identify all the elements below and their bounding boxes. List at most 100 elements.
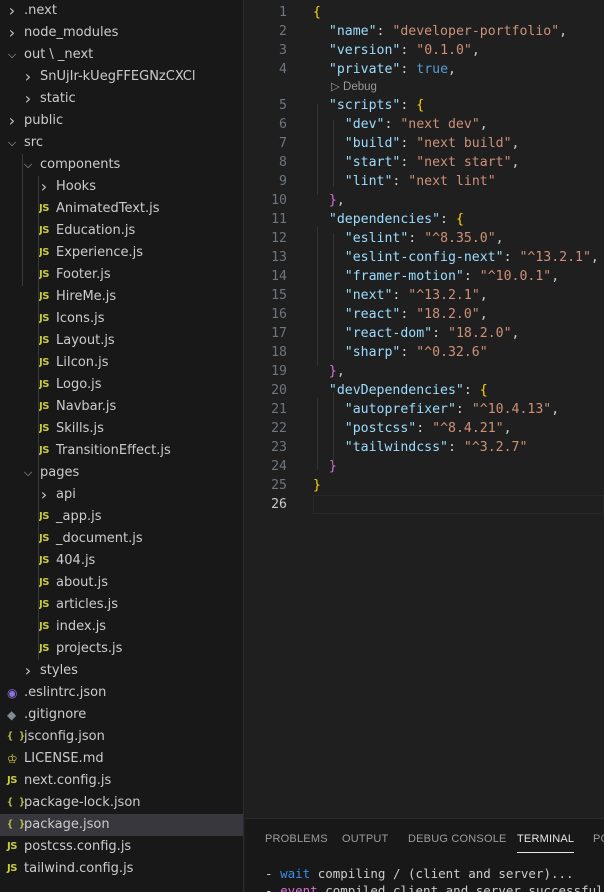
code-line[interactable]: 21 "autoprefixer": "^10.4.13", [245,400,604,419]
explorer-folder[interactable]: › .next [0,0,243,22]
tab-debug-console[interactable]: DEBUG CONSOLE [408,833,507,845]
code-line[interactable]: 15 "next": "^13.2.1", [245,286,604,305]
explorer-file[interactable]: JS AnimatedText.js [0,198,243,220]
explorer-file[interactable]: { } package-lock.json [0,792,243,814]
code-text: "private": true, [328,62,456,77]
chevron-right-icon[interactable]: › [38,484,50,506]
code-line[interactable]: 4 "private": true, [245,60,604,79]
chevron-right-icon[interactable]: › [22,66,34,88]
chevron-right-icon[interactable]: › [6,22,18,44]
explorer-file[interactable]: JS index.js [0,616,243,638]
code-line[interactable]: 11 "dependencies": { [245,210,604,229]
code-line[interactable]: 22 "postcss": "^8.4.21", [245,419,604,438]
explorer-file[interactable]: JS LiIcon.js [0,352,243,374]
explorer-file[interactable]: JS postcss.config.js [0,836,243,858]
chevron-down-icon[interactable]: ⌵ [22,462,34,484]
explorer-file[interactable]: ♔ LICENSE.md [0,748,243,770]
explorer-file[interactable]: JS Layout.js [0,330,243,352]
code-line[interactable]: 20 "devDependencies": { [245,381,604,400]
code-line[interactable]: 14 "framer-motion": "^10.0.1", [245,267,604,286]
explorer-folder[interactable]: ⌵ components [0,154,243,176]
tab-ports[interactable]: PORTS [593,833,604,845]
explorer-file[interactable]: JS _document.js [0,528,243,550]
code-line[interactable]: 8 "start": "next start", [245,153,604,172]
chevron-right-icon[interactable]: › [22,660,34,682]
explorer-file[interactable]: JS Skills.js [0,418,243,440]
code-line[interactable]: 2 "name": "developer-portfolio", [245,22,604,41]
terminal-text: compiled client and server successfully [317,883,604,892]
code-text: "build": "next build", [344,136,520,151]
explorer-file[interactable]: JS _app.js [0,506,243,528]
chevron-down-icon[interactable]: ⌵ [6,44,18,66]
explorer-file[interactable]: JS Navbar.js [0,396,243,418]
code-line[interactable]: 16 "react": "18.2.0", [245,305,604,324]
chevron-right-icon[interactable]: › [6,110,18,132]
code-line[interactable]: 23 "tailwindcss": "^3.2.7" [245,438,604,457]
explorer-folder[interactable]: › api [0,484,243,506]
code-line[interactable]: 3 "version": "0.1.0", [245,41,604,60]
chevron-right-icon[interactable]: › [22,88,34,110]
code-line[interactable]: 17 "react-dom": "18.2.0", [245,324,604,343]
chevron-down-icon[interactable]: ⌵ [22,154,34,176]
chevron-right-icon[interactable]: › [38,176,50,198]
explorer-folder[interactable]: › static [0,88,243,110]
code-line[interactable]: 1{ [245,3,604,22]
debug-codelens[interactable]: ▷ Debug [245,79,604,96]
chevron-down-icon[interactable]: ⌵ [6,132,18,154]
explorer-file[interactable]: JS Icons.js [0,308,243,330]
explorer-file[interactable]: JS about.js [0,572,243,594]
explorer-file[interactable]: JS projects.js [0,638,243,660]
code-line[interactable]: 6 "dev": "next dev", [245,115,604,134]
code-line[interactable]: 18 "sharp": "^0.32.6" [245,343,604,362]
explorer-file[interactable]: ◆ .gitignore [0,704,243,726]
line-number: 2 [279,24,287,39]
terminal-output[interactable]: - wait compiling / (client and server)..… [265,865,604,892]
explorer-file[interactable]: JS 404.js [0,550,243,572]
explorer-folder[interactable]: › Hooks [0,176,243,198]
explorer-file[interactable]: JS TransitionEffect.js [0,440,243,462]
tab-output[interactable]: OUTPUT [342,833,388,845]
explorer-file[interactable]: JS tailwind.config.js [0,858,243,880]
explorer-folder[interactable]: ⌵ src [0,132,243,154]
explorer-folder[interactable]: › node_modules [0,22,243,44]
code-line[interactable]: 25} [245,476,604,495]
javascript-file-icon: JS [39,511,49,522]
explorer-folder[interactable]: › public [0,110,243,132]
code-line[interactable]: 7 "build": "next build", [245,134,604,153]
chevron-right-icon[interactable]: › [6,0,18,22]
explorer-file[interactable]: JS articles.js [0,594,243,616]
explorer-file[interactable]: ◉ .eslintrc.json [0,682,243,704]
code-line[interactable]: 12 "eslint": "^8.35.0", [245,229,604,248]
explorer-file[interactable]: { } jsconfig.json [0,726,243,748]
explorer-folder[interactable]: › SnUjIr-kUegFFEGNzCXCl [0,66,243,88]
tab-terminal[interactable]: TERMINAL [517,833,575,853]
code-area[interactable]: 1{2 "name": "developer-portfolio", 3 "ver… [245,3,604,514]
explorer-file-label: Education.js [56,223,136,238]
explorer-file[interactable]: JS Experience.js [0,242,243,264]
explorer-folder[interactable]: › styles [0,660,243,682]
code-line[interactable]: 13 "eslint-config-next": "^13.2.1", [245,248,604,267]
line-number: 10 [271,193,287,208]
explorer-file[interactable]: JS Footer.js [0,264,243,286]
explorer-file[interactable]: JS next.config.js [0,770,243,792]
line-number: 23 [271,440,287,455]
code-line[interactable]: 19 }, [245,362,604,381]
debug-codelens-label[interactable]: ▷ Debug [331,79,377,96]
code-editor[interactable]: 1{2 "name": "developer-portfolio", 3 "ver… [245,0,604,818]
code-line[interactable]: 9 "lint": "next lint" [245,172,604,191]
code-line[interactable]: 10 }, [245,191,604,210]
explorer-file[interactable]: JS Logo.js [0,374,243,396]
explorer-file[interactable]: JS HireMe.js [0,286,243,308]
terminal-line: - event compiled client and server succe… [265,882,604,892]
explorer-folder[interactable]: ⌵ out \ _next [0,44,243,66]
explorer-file[interactable]: { } package.json [0,814,243,836]
json-file-icon: { } [7,731,26,742]
explorer-file[interactable]: JS Education.js [0,220,243,242]
line-number: 18 [271,345,287,360]
code-text: "react-dom": "18.2.0", [344,326,520,341]
code-line[interactable]: 24 } [245,457,604,476]
explorer-folder[interactable]: ⌵ pages [0,462,243,484]
tab-problems[interactable]: PROBLEMS [265,833,328,845]
code-line[interactable]: 26 [245,495,604,514]
code-line[interactable]: 5 "scripts": { [245,96,604,115]
